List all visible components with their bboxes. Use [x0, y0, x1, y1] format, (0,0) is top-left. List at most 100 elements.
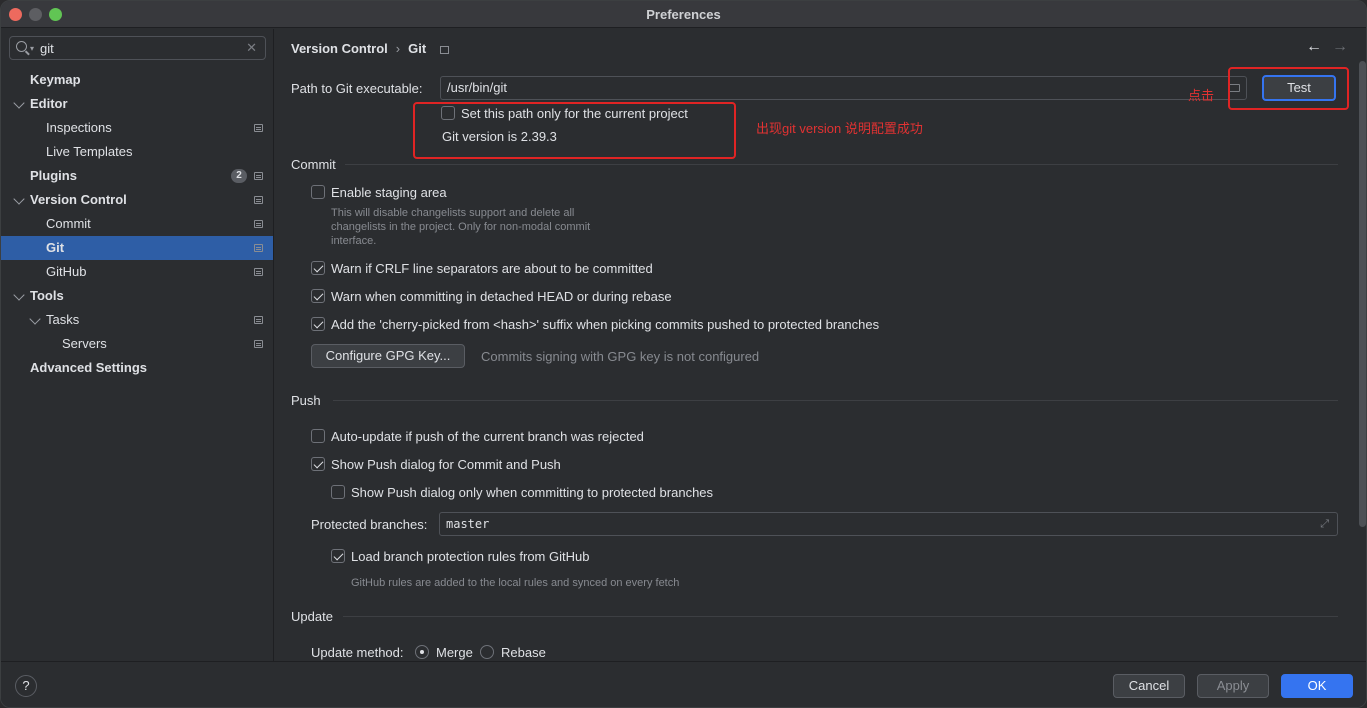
sidebar-item-live-templates[interactable]: Live Templates: [1, 140, 273, 164]
load-protection-rules-checkbox[interactable]: [331, 549, 345, 563]
push-divider: [333, 400, 1338, 401]
sidebar-item-label: Tasks: [46, 312, 80, 327]
dialog-footer: ? Cancel Apply OK: [1, 661, 1366, 707]
project-settings-icon: [254, 316, 263, 324]
staging-area-checkbox[interactable]: [311, 185, 325, 199]
git-path-value: /usr/bin/git: [447, 80, 507, 95]
chevron-down-icon[interactable]: [13, 289, 25, 301]
update-section-header: Update: [291, 609, 333, 624]
annotation-click-note: 点击: [1188, 88, 1215, 103]
clear-search-icon[interactable]: ✕: [246, 40, 257, 56]
merge-radio[interactable]: [415, 645, 429, 659]
update-divider: [343, 616, 1338, 617]
chevron-down-icon[interactable]: [13, 193, 25, 205]
staging-area-label: Enable staging area: [331, 185, 447, 200]
sidebar-item-label: Live Templates: [46, 144, 133, 159]
protected-branches-label: Protected branches:: [311, 517, 428, 532]
project-settings-icon: [254, 172, 263, 180]
breadcrumb-parent[interactable]: Version Control: [291, 41, 388, 56]
merge-label: Merge: [436, 645, 473, 660]
sidebar-item-plugins[interactable]: Plugins 2: [1, 164, 273, 188]
sidebar-item-label: Commit: [46, 216, 91, 231]
push-section-header: Push: [291, 393, 321, 408]
detached-head-warning-label: Warn when committing in detached HEAD or…: [331, 289, 672, 304]
configure-gpg-key-button[interactable]: Configure GPG Key...: [311, 344, 465, 368]
sidebar-item-github[interactable]: GitHub: [1, 260, 273, 284]
gpg-status-text: Commits signing with GPG key is not conf…: [481, 349, 760, 364]
protected-branches-input[interactable]: master ⤢: [439, 512, 1338, 536]
auto-update-label: Auto-update if push of the current branc…: [331, 429, 644, 444]
breadcrumb-current: Git: [408, 41, 427, 56]
project-settings-icon: [254, 124, 263, 132]
load-protection-rules-label: Load branch protection rules from GitHub: [351, 549, 590, 564]
plugins-count-badge: 2: [231, 169, 247, 183]
sidebar-item-label: GitHub: [46, 264, 87, 279]
search-value: git: [40, 41, 54, 56]
cherry-pick-suffix-checkbox[interactable]: [311, 317, 325, 331]
breadcrumb-separator: ›: [395, 41, 401, 56]
help-button[interactable]: ?: [15, 675, 37, 697]
show-push-dialog-checkbox[interactable]: [311, 457, 325, 471]
sidebar-item-inspections[interactable]: Inspections: [1, 116, 273, 140]
back-arrow-icon[interactable]: ←: [1306, 38, 1322, 56]
sidebar-item-servers[interactable]: Servers: [1, 332, 273, 356]
sidebar-item-tasks[interactable]: Tasks: [1, 308, 273, 332]
breadcrumb: Version Control › Git: [291, 41, 449, 56]
vertical-scrollbar[interactable]: [1359, 61, 1366, 527]
annotation-test-box: [1228, 67, 1349, 110]
commit-divider: [345, 164, 1338, 165]
detached-head-warning-checkbox[interactable]: [311, 289, 325, 303]
git-path-input[interactable]: /usr/bin/git: [440, 76, 1247, 100]
preferences-window: Preferences ▾ git ✕ Keymap Editor Inspec…: [0, 0, 1367, 708]
sidebar-item-git[interactable]: Git: [1, 236, 273, 260]
forward-arrow-icon[interactable]: →: [1332, 38, 1348, 56]
sidebar-item-label: Version Control: [30, 192, 127, 207]
sidebar-item-version-control[interactable]: Version Control: [1, 188, 273, 212]
cherry-pick-suffix-label: Add the 'cherry-picked from <hash>' suff…: [331, 317, 880, 332]
protection-rules-description: GitHub rules are added to the local rule…: [351, 577, 680, 589]
search-icon: [16, 41, 27, 52]
sidebar-item-editor[interactable]: Editor: [1, 92, 273, 116]
sidebar-item-tools[interactable]: Tools: [1, 284, 273, 308]
crlf-warning-checkbox[interactable]: [311, 261, 325, 275]
sidebar-item-commit[interactable]: Commit: [1, 212, 273, 236]
apply-button[interactable]: Apply: [1197, 674, 1269, 698]
show-push-dialog-label: Show Push dialog for Commit and Push: [331, 457, 561, 472]
sidebar-item-label: Tools: [30, 288, 64, 303]
ok-button[interactable]: OK: [1281, 674, 1353, 698]
window-title: Preferences: [646, 7, 721, 22]
title-bar: Preferences: [1, 1, 1366, 28]
rebase-label: Rebase: [501, 645, 546, 660]
chevron-down-icon[interactable]: ▾: [30, 44, 34, 53]
sidebar-item-label: Inspections: [46, 120, 112, 135]
git-settings-panel: Version Control › Git ← → Path to Git exec…: [275, 29, 1366, 661]
staging-area-description: This will disable changelists support an…: [331, 206, 631, 248]
annotation-version-note: 出现git version 说明配置成功: [756, 121, 923, 136]
auto-update-checkbox[interactable]: [311, 429, 325, 443]
project-settings-icon: [254, 220, 263, 228]
settings-search-input[interactable]: ▾ git ✕: [9, 36, 266, 60]
project-settings-icon: [254, 340, 263, 348]
chevron-down-icon[interactable]: [13, 97, 25, 109]
crlf-warning-label: Warn if CRLF line separators are about t…: [331, 261, 653, 276]
update-method-label: Update method:: [311, 645, 404, 660]
protected-branches-value: master: [446, 517, 490, 531]
rebase-radio[interactable]: [480, 645, 494, 659]
sidebar-item-advanced-settings[interactable]: Advanced Settings: [1, 356, 273, 380]
sidebar-item-label: Plugins: [30, 168, 77, 183]
project-settings-icon: [439, 45, 449, 54]
chevron-down-icon[interactable]: [29, 313, 41, 325]
sidebar-item-label: Keymap: [30, 72, 81, 87]
project-settings-icon: [254, 268, 263, 276]
sidebar-item-label: Editor: [30, 96, 68, 111]
sidebar-item-label: Git: [46, 240, 65, 255]
cancel-button[interactable]: Cancel: [1113, 674, 1185, 698]
project-settings-icon: [254, 196, 263, 204]
description-line: This will disable changelists support an…: [331, 207, 575, 219]
git-path-label: Path to Git executable:: [291, 81, 423, 96]
sidebar-item-keymap[interactable]: Keymap: [1, 68, 273, 92]
commit-section-header: Commit: [291, 157, 336, 172]
protected-only-checkbox[interactable]: [331, 485, 345, 499]
project-settings-icon: [254, 244, 263, 252]
expand-icon[interactable]: ⤢: [1320, 513, 1329, 535]
